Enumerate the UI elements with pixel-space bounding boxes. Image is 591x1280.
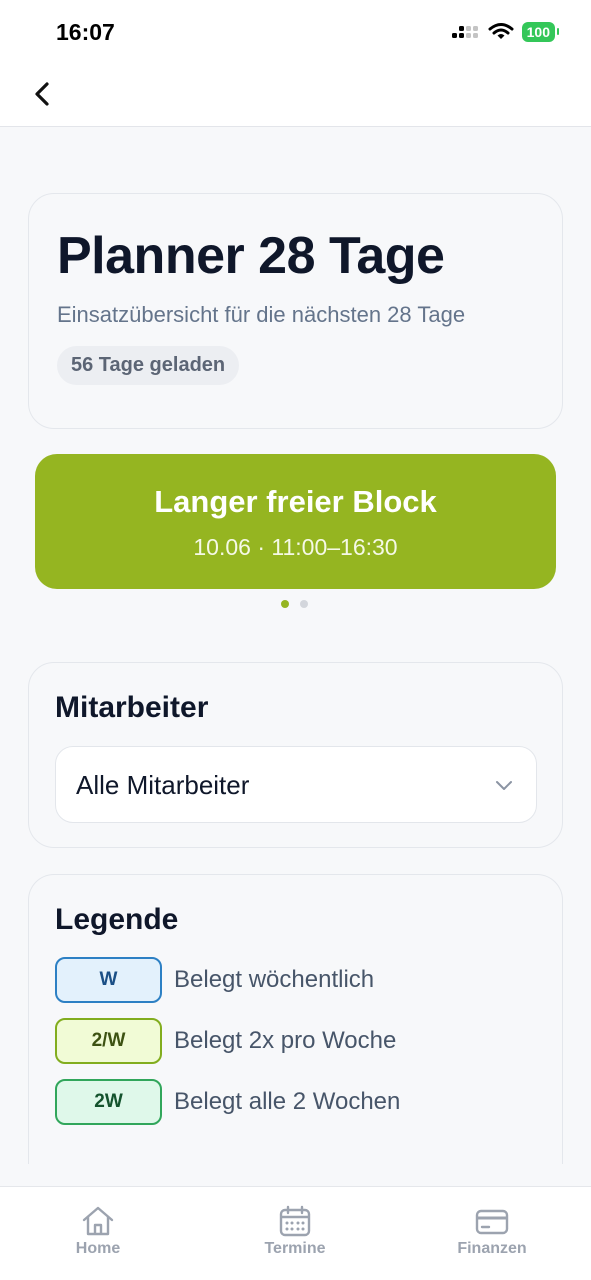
legend-chip-twice-weekly: 2/W (55, 1018, 162, 1064)
home-icon (82, 1206, 114, 1236)
page-title: Planner 28 Tage (57, 227, 445, 285)
tab-bar: Home Termine Finanzen (0, 1186, 591, 1280)
legend-card: Legende W Belegt wöchentlich 2/W Belegt … (28, 874, 563, 1164)
back-button[interactable] (28, 78, 60, 110)
legend-row: 2/W Belegt 2x pro Woche (55, 1018, 396, 1064)
status-bar: 16:07 100 (0, 0, 591, 66)
page-subtitle: Einsatzübersicht für die nächsten 28 Tag… (57, 302, 466, 327)
employee-select[interactable]: Alle Mitarbeiter (55, 746, 537, 823)
pager-dot[interactable] (300, 600, 308, 608)
card-icon (475, 1209, 509, 1235)
chevron-down-icon (496, 781, 512, 790)
legend-section-title: Legende (55, 903, 179, 936)
legend-row: 2W Belegt alle 2 Wochen (55, 1079, 400, 1125)
legend-chip-weekly: W (55, 957, 162, 1003)
pager-dots (281, 600, 308, 608)
status-icons: 100 (450, 22, 560, 42)
legend-label: Belegt alle 2 Wochen (174, 1088, 401, 1115)
employee-filter-card: Mitarbeiter Alle Mitarbeiter (28, 662, 563, 848)
employee-section-title: Mitarbeiter (55, 691, 209, 724)
header-card: Planner 28 Tage Einsatzübersicht für die… (28, 193, 563, 429)
nav-bar (0, 66, 591, 127)
loaded-days-badge: 56 Tage geladen (57, 346, 240, 385)
pager-dot-active[interactable] (281, 600, 289, 608)
status-time: 16:07 (56, 19, 115, 45)
legend-label: Belegt wöchentlich (174, 966, 375, 993)
calendar-icon (279, 1205, 311, 1237)
banner-detail: 10.06 · 11:00–16:30 (193, 534, 398, 560)
tab-label: Finanzen (457, 1240, 527, 1257)
tab-home[interactable]: Home (38, 1205, 158, 1258)
legend-chip-biweekly: 2W (55, 1079, 162, 1125)
legend-row: W Belegt wöchentlich (55, 957, 374, 1003)
banner-title: Langer freier Block (154, 484, 437, 519)
employee-select-value: Alle Mitarbeiter (76, 770, 250, 800)
chevron-left-icon (35, 82, 49, 106)
tab-termine[interactable]: Termine (235, 1205, 355, 1258)
tab-finanzen[interactable]: Finanzen (432, 1205, 552, 1258)
signal-icon (451, 26, 478, 38)
wifi-icon (488, 23, 514, 39)
battery-indicator: 100 (521, 22, 560, 42)
free-block-banner[interactable]: Langer freier Block 10.06 · 11:00–16:30 (35, 454, 556, 589)
legend-label: Belegt 2x pro Woche (174, 1027, 397, 1054)
tab-label: Home (75, 1240, 121, 1257)
tab-label: Termine (264, 1240, 326, 1257)
